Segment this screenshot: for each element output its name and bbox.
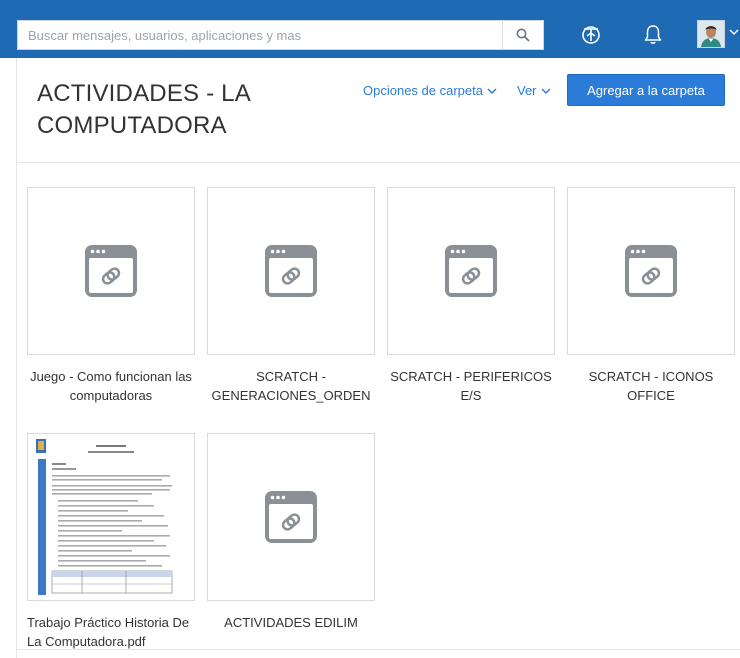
tokens-icon (582, 26, 600, 44)
chevron-down-icon (487, 88, 497, 94)
item-caption[interactable]: Juego - Como funcionan las computadoras (27, 367, 195, 405)
item-thumbnail[interactable] (207, 433, 375, 601)
folder-item[interactable]: Trabajo Práctico Historia De La Computad… (27, 433, 195, 651)
tokens-button[interactable] (574, 20, 608, 50)
item-caption[interactable]: Trabajo Práctico Historia De La Computad… (27, 613, 195, 651)
item-thumbnail[interactable] (387, 187, 555, 355)
notifications-button[interactable] (638, 20, 668, 50)
folder-options-menu[interactable]: Opciones de carpeta (363, 83, 497, 98)
folder-item[interactable]: SCRATCH - GENERACIONES_ORDEN (207, 187, 375, 405)
item-caption[interactable]: SCRATCH - PERIFERICOS E/S (387, 367, 555, 405)
header-divider (17, 162, 740, 163)
user-photo (698, 21, 724, 47)
avatar[interactable] (697, 20, 725, 48)
link-icon (625, 245, 677, 297)
item-thumbnail[interactable] (27, 433, 195, 601)
search-box (17, 20, 544, 50)
item-caption[interactable]: SCRATCH - GENERACIONES_ORDEN (207, 367, 375, 405)
folder-item[interactable]: SCRATCH - ICONOS OFFICE (567, 187, 735, 405)
view-label: Ver (517, 83, 537, 98)
top-bar (0, 0, 740, 58)
item-thumbnail[interactable] (567, 187, 735, 355)
folder-item[interactable]: Juego - Como funcionan las computadoras (27, 187, 195, 405)
add-to-folder-button[interactable]: Agregar a la carpeta (567, 74, 725, 106)
item-caption[interactable]: ACTIVIDADES EDILIM (207, 613, 375, 632)
link-icon (445, 245, 497, 297)
view-menu[interactable]: Ver (517, 83, 551, 98)
chevron-down-icon[interactable] (729, 28, 739, 36)
page-title: ACTIVIDADES - LA COMPUTADORA (37, 80, 250, 139)
folder-item[interactable]: ACTIVIDADES EDILIM (207, 433, 375, 632)
item-thumbnail[interactable] (27, 187, 195, 355)
link-icon (265, 245, 317, 297)
bell-icon (644, 25, 662, 44)
folder-item[interactable]: SCRATCH - PERIFERICOS E/S (387, 187, 555, 405)
search-input[interactable] (18, 21, 502, 49)
item-thumbnail[interactable] (207, 187, 375, 355)
link-icon (85, 245, 137, 297)
link-icon (265, 491, 317, 543)
document-thumbnail (36, 437, 186, 597)
folder-options-label: Opciones de carpeta (363, 83, 483, 98)
chevron-down-icon (541, 88, 551, 94)
item-caption[interactable]: SCRATCH - ICONOS OFFICE (567, 367, 735, 405)
search-button[interactable] (502, 21, 543, 49)
folder-panel: ACTIVIDADES - LA COMPUTADORA Opciones de… (16, 58, 740, 658)
search-icon (516, 28, 530, 42)
panel-bottom-border (17, 649, 740, 650)
